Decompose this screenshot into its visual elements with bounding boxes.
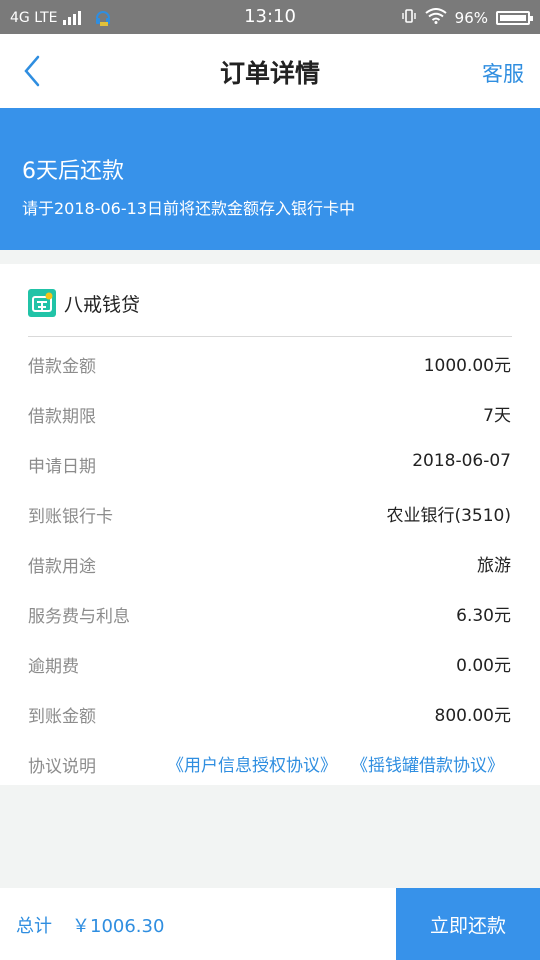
detail-label: 借款用途 <box>28 557 96 577</box>
status-bar: 4G LTE 13:10 96% <box>0 0 540 34</box>
loan-agreement-link[interactable]: 《摇钱罐借款协议》 <box>351 751 504 776</box>
detail-row-received-amount: 到账金额 800.00元 <box>0 688 540 738</box>
detail-row-loan-purpose: 借款用途 旅游 <box>0 538 540 588</box>
nav-bar: 订单详情 客服 <box>0 34 540 108</box>
battery-icon <box>496 11 533 25</box>
customer-service-button[interactable]: 客服 <box>482 58 524 88</box>
page-title: 订单详情 <box>219 59 320 88</box>
battery-percent: 96% <box>454 9 488 27</box>
detail-value: 0.00元 <box>456 656 511 676</box>
detail-row-apply-date: 申请日期 2018-06-07 <box>0 438 540 488</box>
lender-name: 八戒钱贷 <box>64 293 141 316</box>
repayment-banner: 6天后还款 请于2018-06-13日前将还款金额存入银行卡中 <box>0 108 540 250</box>
agreement-label: 协议说明 <box>28 757 96 777</box>
bottom-bar: 总计 ￥1006.30 立即还款 <box>0 888 540 960</box>
total-label: 总计 <box>16 916 52 937</box>
repay-now-button[interactable]: 立即还款 <box>396 888 540 960</box>
detail-label: 逾期费 <box>28 657 79 677</box>
detail-label: 服务费与利息 <box>28 607 130 627</box>
detail-label: 到账银行卡 <box>28 507 113 527</box>
detail-label: 借款金额 <box>28 357 96 377</box>
divider <box>28 336 512 337</box>
agreement-links: 《用户信息授权协议》 《摇钱罐借款协议》 <box>167 751 504 776</box>
detail-list: 借款金额 1000.00元 借款期限 7天 申请日期 2018-06-07 到账… <box>0 338 540 788</box>
detail-value: 农业银行(3510) <box>386 506 511 526</box>
detail-row-service-fee: 服务费与利息 6.30元 <box>0 588 540 638</box>
detail-row-agreement: 协议说明 《用户信息授权协议》 《摇钱罐借款协议》 <box>0 738 540 788</box>
total-amount: ￥1006.30 <box>72 916 165 937</box>
detail-row-loan-amount: 借款金额 1000.00元 <box>0 338 540 388</box>
user-auth-agreement-link[interactable]: 《用户信息授权协议》 <box>167 751 337 776</box>
banner-title: 6天后还款 <box>22 159 124 184</box>
order-card: 八戒钱贷 借款金额 1000.00元 借款期限 7天 申请日期 2018-06-… <box>0 264 540 785</box>
detail-row-bank-card: 到账银行卡 农业银行(3510) <box>0 488 540 538</box>
detail-label: 到账金额 <box>28 707 96 727</box>
detail-value: 7天 <box>483 406 511 426</box>
detail-value: 800.00元 <box>434 706 511 726</box>
lender-header: 八戒钱贷 <box>28 288 140 318</box>
detail-label: 申请日期 <box>28 457 96 477</box>
vibrate-icon <box>401 8 417 28</box>
status-right: 96% <box>401 8 533 28</box>
banner-subtitle: 请于2018-06-13日前将还款金额存入银行卡中 <box>22 199 355 218</box>
detail-value: 1000.00元 <box>423 356 511 376</box>
wifi-icon <box>425 8 447 28</box>
detail-value: 旅游 <box>477 556 511 576</box>
detail-value: 2018-06-07 <box>412 451 511 471</box>
detail-label: 借款期限 <box>28 407 96 427</box>
detail-row-overdue-fee: 逾期费 0.00元 <box>0 638 540 688</box>
detail-row-loan-term: 借款期限 7天 <box>0 388 540 438</box>
lender-logo-icon <box>28 289 56 317</box>
detail-value: 6.30元 <box>456 606 511 626</box>
